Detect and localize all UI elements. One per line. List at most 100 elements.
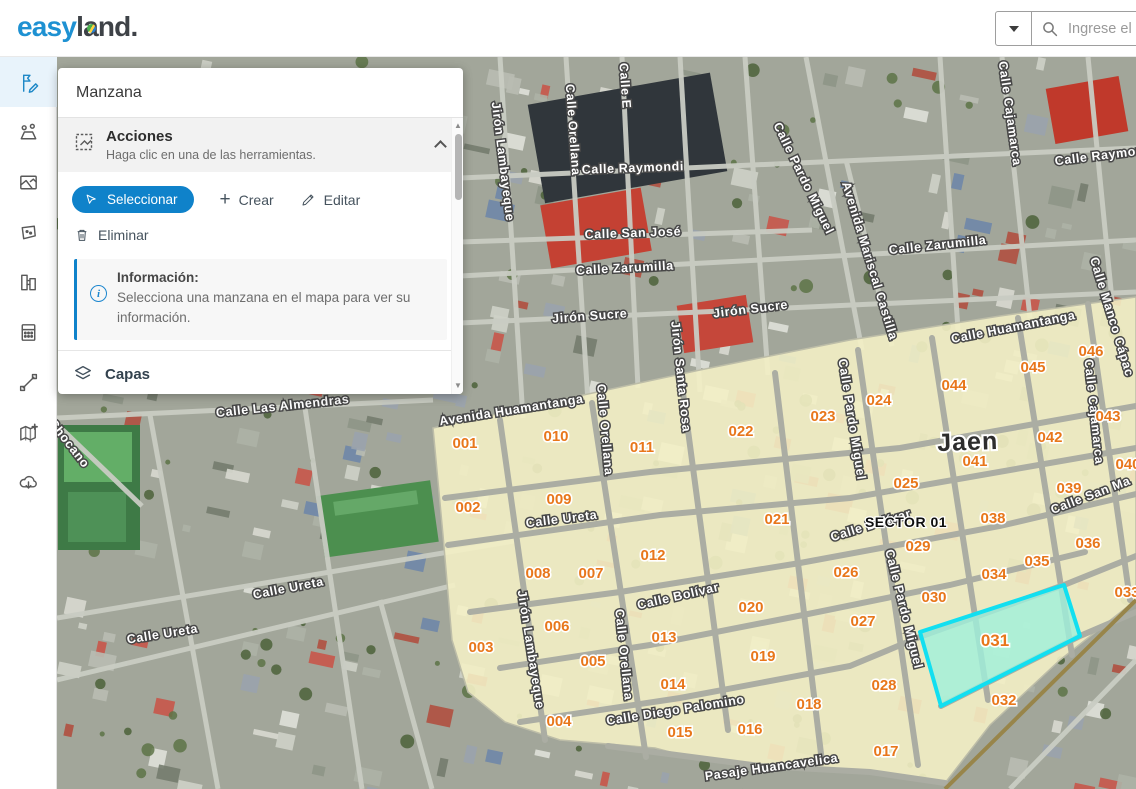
survey-points-icon <box>17 121 40 144</box>
block-label-012[interactable]: 012 <box>640 547 665 564</box>
block-label-002[interactable]: 002 <box>455 499 480 516</box>
block-label-046[interactable]: 046 <box>1078 343 1103 360</box>
block-label-034[interactable]: 034 <box>981 566 1007 583</box>
block-label-005[interactable]: 005 <box>580 653 605 670</box>
panel-title: Manzana <box>58 68 463 118</box>
seleccionar-button[interactable]: Seleccionar <box>72 186 194 213</box>
capas-title: Capas <box>105 366 150 383</box>
block-label-007[interactable]: 007 <box>578 565 603 582</box>
block-label-033[interactable]: 033 <box>1114 584 1136 601</box>
block-label-006[interactable]: 006 <box>544 618 569 635</box>
tool-add-map[interactable] <box>0 407 57 457</box>
search-bar[interactable] <box>1032 11 1136 46</box>
search-icon <box>1042 21 1058 37</box>
info-title: Información: <box>117 270 433 285</box>
block-label-040[interactable]: 040 <box>1115 456 1136 473</box>
pencil-icon <box>300 192 316 208</box>
crear-button[interactable]: + Crear <box>220 192 274 208</box>
block-label-001[interactable]: 001 <box>452 435 477 452</box>
block-label-018[interactable]: 018 <box>796 696 821 713</box>
measure-line-icon <box>17 371 40 394</box>
block-label-014[interactable]: 014 <box>660 676 686 693</box>
scroll-thumb[interactable] <box>455 134 462 200</box>
acciones-subtitle: Haga clic en una de las herramientas. <box>106 148 316 162</box>
globe-icon: a <box>83 11 98 43</box>
block-label-027[interactable]: 027 <box>850 613 875 630</box>
tool-measure[interactable] <box>0 357 57 407</box>
block-label-015[interactable]: 015 <box>667 724 692 741</box>
block-label-025[interactable]: 025 <box>893 475 918 492</box>
chevron-up-icon[interactable] <box>434 140 447 153</box>
acciones-title: Acciones <box>106 128 316 145</box>
block-label-022[interactable]: 022 <box>728 423 753 440</box>
parcel-dots-icon <box>17 221 40 244</box>
info-icon: i <box>90 285 107 302</box>
cloud-download-icon <box>17 471 40 494</box>
block-label-039[interactable]: 039 <box>1056 480 1081 497</box>
acciones-section-header[interactable]: Acciones Haga clic en una de las herrami… <box>58 118 463 172</box>
block-label-042[interactable]: 042 <box>1037 429 1062 446</box>
block-label-030[interactable]: 030 <box>921 589 946 606</box>
tool-download[interactable] <box>0 457 57 507</box>
tool-edit-features[interactable] <box>0 57 57 107</box>
manzana-panel: Manzana Acciones Haga clic en una de las… <box>58 68 463 394</box>
layers-icon <box>72 363 94 385</box>
block-label-023[interactable]: 023 <box>810 408 835 425</box>
tool-survey[interactable] <box>0 107 57 157</box>
block-label-008[interactable]: 008 <box>525 565 550 582</box>
block-label-038[interactable]: 038 <box>980 510 1005 527</box>
actions-icon <box>72 130 96 154</box>
cursor-icon <box>84 192 99 207</box>
city-label: Jaen <box>937 427 999 457</box>
buildings-icon <box>17 271 40 294</box>
block-label-028[interactable]: 028 <box>871 677 896 694</box>
block-label-035[interactable]: 035 <box>1024 553 1049 570</box>
block-label-017[interactable]: 017 <box>873 743 898 760</box>
easyland-app: Jirón LambayequeCalle OrellanaCalle ECal… <box>0 0 1136 789</box>
easyland-logo: easyland. <box>17 11 137 43</box>
block-label-026[interactable]: 026 <box>833 564 858 581</box>
editar-button[interactable]: Editar <box>300 192 361 208</box>
block-label-020[interactable]: 020 <box>738 599 763 616</box>
block-label-004[interactable]: 004 <box>546 713 572 730</box>
block-label-011[interactable]: 011 <box>630 439 654 456</box>
block-label-010[interactable]: 010 <box>543 428 568 445</box>
tool-basemap[interactable] <box>0 157 57 207</box>
block-label-043[interactable]: 043 <box>1095 408 1120 425</box>
block-label-009[interactable]: 009 <box>546 491 571 508</box>
block-label-013[interactable]: 013 <box>651 629 676 646</box>
plus-icon: + <box>220 193 231 207</box>
scroll-up-arrow[interactable]: ▲ <box>454 122 462 130</box>
search-category-dropdown[interactable] <box>995 11 1032 46</box>
block-label-003[interactable]: 003 <box>468 639 493 656</box>
capas-section-header[interactable]: Capas <box>58 351 463 394</box>
block-label-029[interactable]: 029 <box>905 538 930 555</box>
trash-icon <box>74 227 90 243</box>
search-input[interactable] <box>1068 21 1136 37</box>
block-label-044[interactable]: 044 <box>941 377 967 394</box>
panel-scroll-area: Acciones Haga clic en una de las herrami… <box>58 118 463 394</box>
block-label-031[interactable]: 031 <box>981 631 1009 650</box>
tool-buildings[interactable] <box>0 257 57 307</box>
pin-pencil-icon <box>17 71 40 94</box>
info-box: i Información: Selecciona una manzana en… <box>74 259 447 340</box>
block-label-036[interactable]: 036 <box>1075 535 1100 552</box>
eliminar-button[interactable]: Eliminar <box>74 227 149 243</box>
map-add-icon <box>17 421 40 444</box>
block-label-024[interactable]: 024 <box>866 392 892 409</box>
info-body: Selecciona una manzana en el mapa para v… <box>117 288 417 327</box>
block-label-016[interactable]: 016 <box>737 721 762 738</box>
sector-label: SECTOR 01 <box>865 514 947 530</box>
tool-parcel[interactable] <box>0 207 57 257</box>
block-label-032[interactable]: 032 <box>991 692 1016 709</box>
block-label-021[interactable]: 021 <box>764 511 789 528</box>
scroll-down-arrow[interactable]: ▼ <box>454 382 462 390</box>
calculator-icon <box>17 321 40 344</box>
tool-calculator[interactable] <box>0 307 57 357</box>
block-label-019[interactable]: 019 <box>750 648 775 665</box>
app-header: easyland. <box>0 0 1136 57</box>
block-label-045[interactable]: 045 <box>1020 359 1045 376</box>
panel-scrollbar[interactable]: ▲ ▼ <box>451 118 463 394</box>
toolbar-sidebar <box>0 57 57 789</box>
caret-down-icon <box>1009 26 1019 32</box>
